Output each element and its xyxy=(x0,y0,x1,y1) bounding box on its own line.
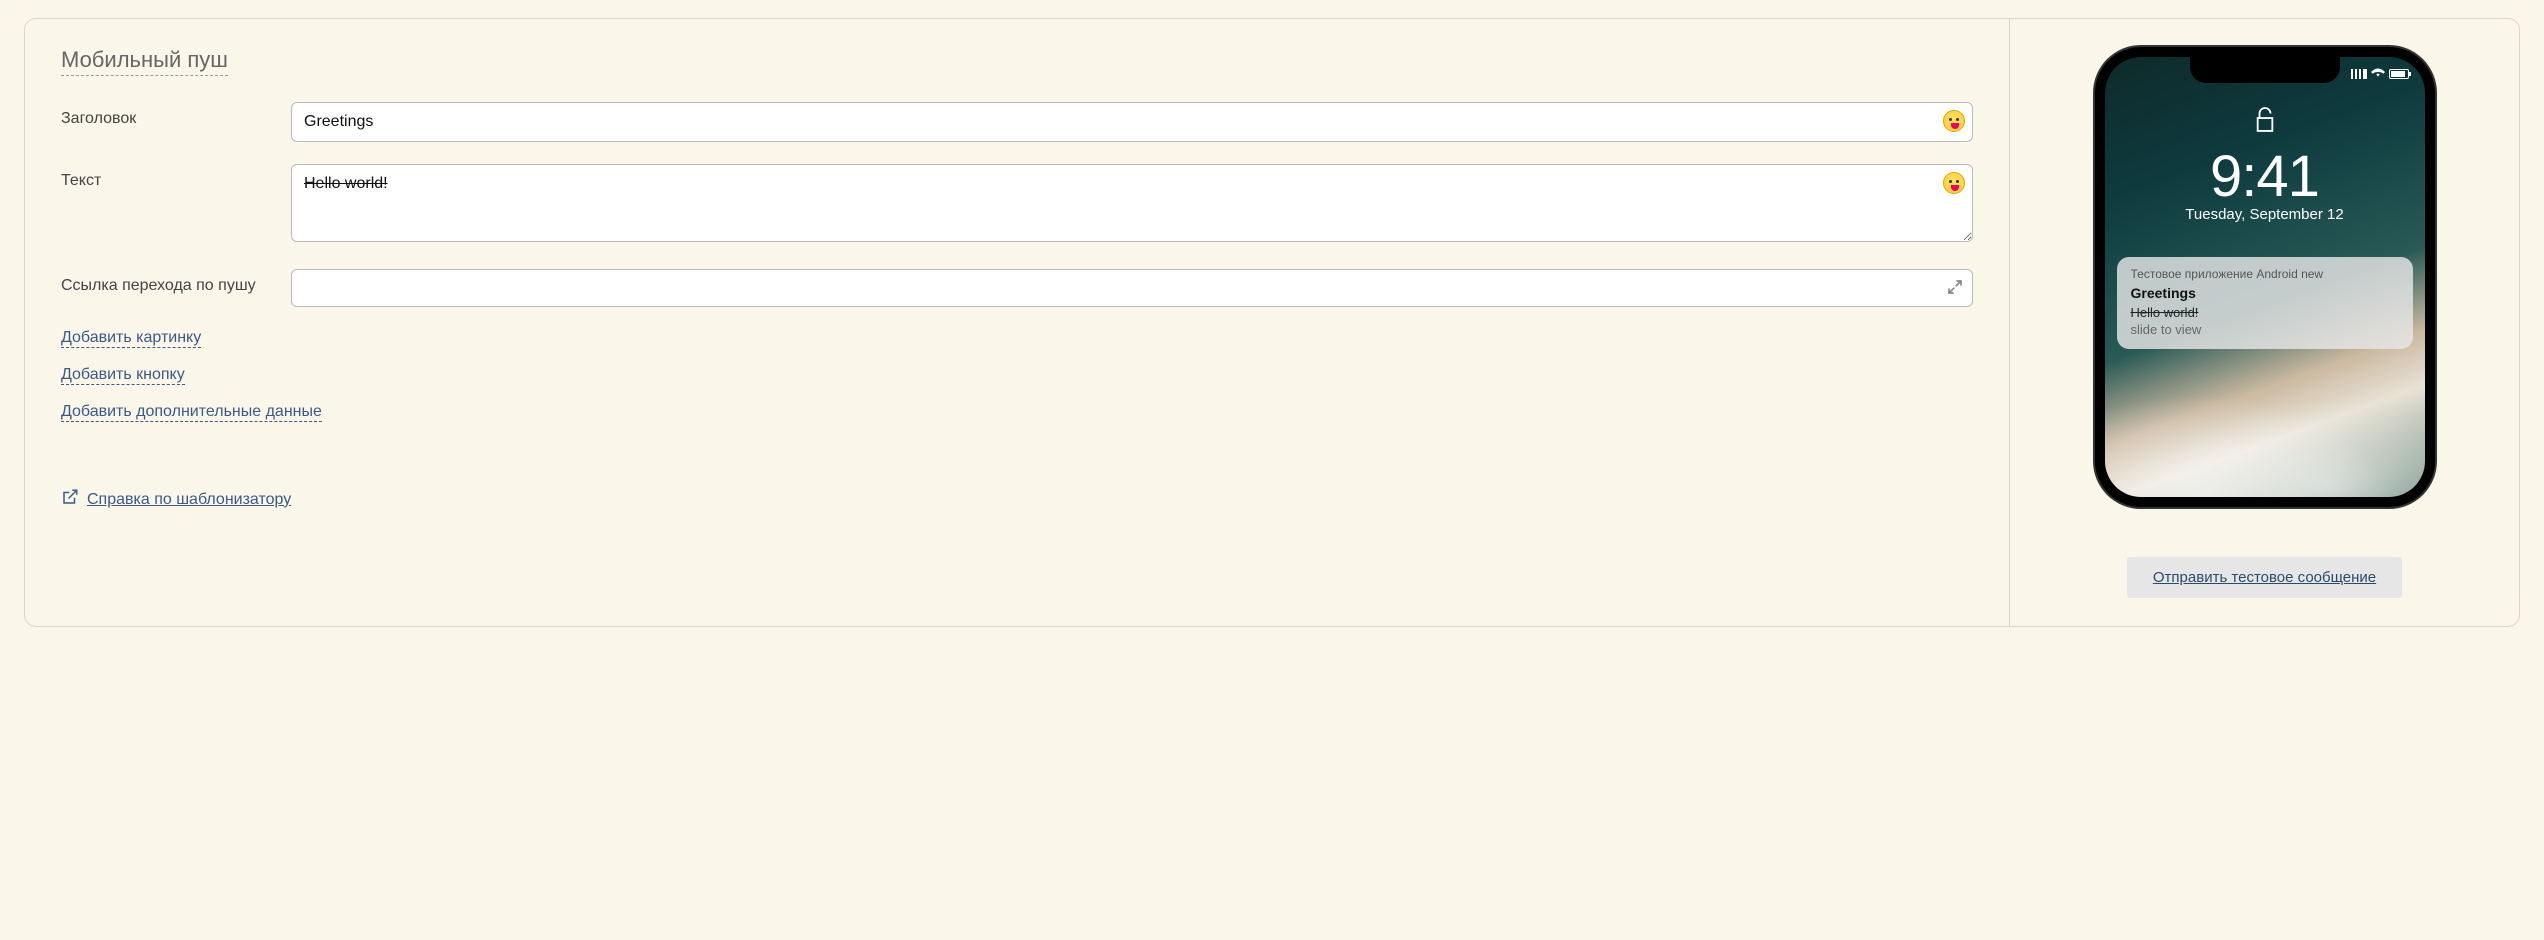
preview-pane: 9:41 Tuesday, September 12 Тестовое прил… xyxy=(2009,19,2519,626)
row-title: Заголовок xyxy=(61,102,1973,142)
battery-icon xyxy=(2389,69,2409,79)
form-pane: Мобильный пуш Заголовок Текст <span></sp… xyxy=(25,19,2009,626)
lock-clock: 9:41 Tuesday, September 12 xyxy=(2105,143,2425,223)
expand-icon[interactable] xyxy=(1947,279,1963,300)
clock-time: 9:41 xyxy=(2105,143,2425,210)
emoji-picker-icon[interactable] xyxy=(1943,110,1965,132)
notification-body: Hello world! xyxy=(2131,305,2399,320)
row-text: Текст <span></span> xyxy=(61,164,1973,247)
label-title: Заголовок xyxy=(61,102,291,128)
external-link-icon xyxy=(61,488,79,511)
notification-app-name: Тестовое приложение Android new xyxy=(2131,267,2399,281)
row-link: Ссылка перехода по пушу xyxy=(61,269,1973,307)
phone-screen: 9:41 Tuesday, September 12 Тестовое прил… xyxy=(2105,57,2425,497)
push-editor-panel: Мобильный пуш Заголовок Текст <span></sp… xyxy=(24,18,2520,627)
text-input[interactable]: <span></span> xyxy=(291,164,1973,242)
templating-help-link[interactable]: Справка по шаблонизатору xyxy=(87,491,291,509)
send-test-button[interactable]: Отправить тестовое сообщение xyxy=(2127,557,2402,598)
phone-notch xyxy=(2190,57,2340,83)
label-text: Текст xyxy=(61,164,291,190)
notification-title: Greetings xyxy=(2131,285,2399,301)
clock-date: Tuesday, September 12 xyxy=(2105,206,2425,223)
notification-card: Тестовое приложение Android new Greeting… xyxy=(2117,257,2413,349)
push-link-input[interactable] xyxy=(291,269,1973,307)
title-input[interactable] xyxy=(291,102,1973,142)
label-link: Ссылка перехода по пушу xyxy=(61,269,291,295)
add-button-link[interactable]: Добавить кнопку xyxy=(61,366,185,385)
help-row: Справка по шаблонизатору xyxy=(61,488,1973,511)
add-data-link[interactable]: Добавить дополнительные данные xyxy=(61,403,322,422)
lock-icon xyxy=(2254,105,2276,138)
phone-mockup: 9:41 Tuesday, September 12 Тестовое прил… xyxy=(2095,47,2435,507)
emoji-picker-icon[interactable] xyxy=(1943,172,1965,194)
signal-icon xyxy=(2351,69,2367,79)
add-image-link[interactable]: Добавить картинку xyxy=(61,329,201,348)
status-bar xyxy=(2351,67,2409,80)
notification-slide-hint: slide to view xyxy=(2131,322,2399,337)
wifi-icon xyxy=(2371,67,2385,80)
section-title: Мобильный пуш xyxy=(61,47,228,76)
